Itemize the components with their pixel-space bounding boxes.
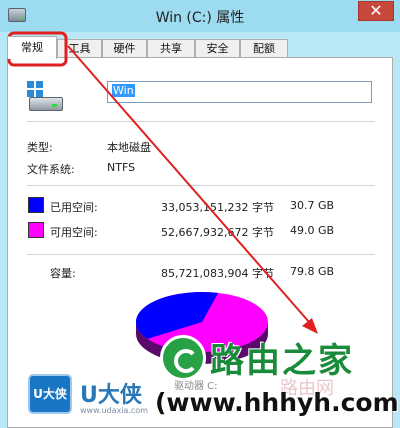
hard-drive-icon	[27, 81, 63, 113]
capacity-gb: 79.8 GB	[290, 265, 335, 278]
tab-quota[interactable]: 配额	[240, 39, 288, 58]
used-space-bytes: 33,053,151,232 字节	[161, 201, 274, 214]
type-label: 类型:	[27, 141, 53, 154]
router-home-logo	[160, 335, 206, 381]
used-space-gb: 30.7 GB	[290, 199, 335, 212]
filesystem-label: 文件系统:	[27, 163, 75, 176]
type-value: 本地磁盘	[107, 141, 151, 154]
filesystem-value: NTFS	[107, 161, 136, 174]
drive-name-input[interactable]: Win	[107, 81, 372, 103]
capacity-bytes: 85,721,083,904 字节	[161, 267, 274, 280]
router-home-url: (www.hhhyh.com)	[155, 388, 400, 417]
free-space-bytes: 52,667,932,672 字节	[161, 226, 274, 239]
tab-hardware[interactable]: 硬件	[102, 39, 147, 58]
router-home-brand: 路由之家	[210, 341, 354, 381]
used-space-swatch	[28, 197, 44, 213]
divider	[27, 121, 375, 122]
used-space-label: 已用空间:	[50, 201, 98, 214]
tab-security[interactable]: 安全	[195, 39, 240, 58]
free-space-label: 可用空间:	[50, 226, 98, 239]
udaxia-logo: U大侠	[28, 374, 72, 414]
drive-name-value: Win	[112, 84, 135, 97]
divider	[27, 185, 375, 186]
tab-strip: 常规 工具 硬件 共享 安全 配额	[7, 36, 393, 59]
udaxia-url: www.udaxia.com	[80, 406, 148, 415]
tab-general[interactable]: 常规	[7, 36, 57, 59]
title-bar: Win (C:) 属性 ✕	[0, 0, 400, 32]
free-space-swatch	[28, 222, 44, 238]
tab-tools[interactable]: 工具	[57, 39, 102, 58]
free-space-gb: 49.0 GB	[290, 224, 335, 237]
close-button[interactable]: ✕	[358, 1, 394, 21]
udaxia-brand: U大侠	[80, 383, 142, 408]
capacity-label: 容量:	[50, 267, 76, 280]
window-title: Win (C:) 属性	[155, 10, 245, 26]
tab-sharing[interactable]: 共享	[147, 39, 195, 58]
divider	[27, 254, 375, 255]
